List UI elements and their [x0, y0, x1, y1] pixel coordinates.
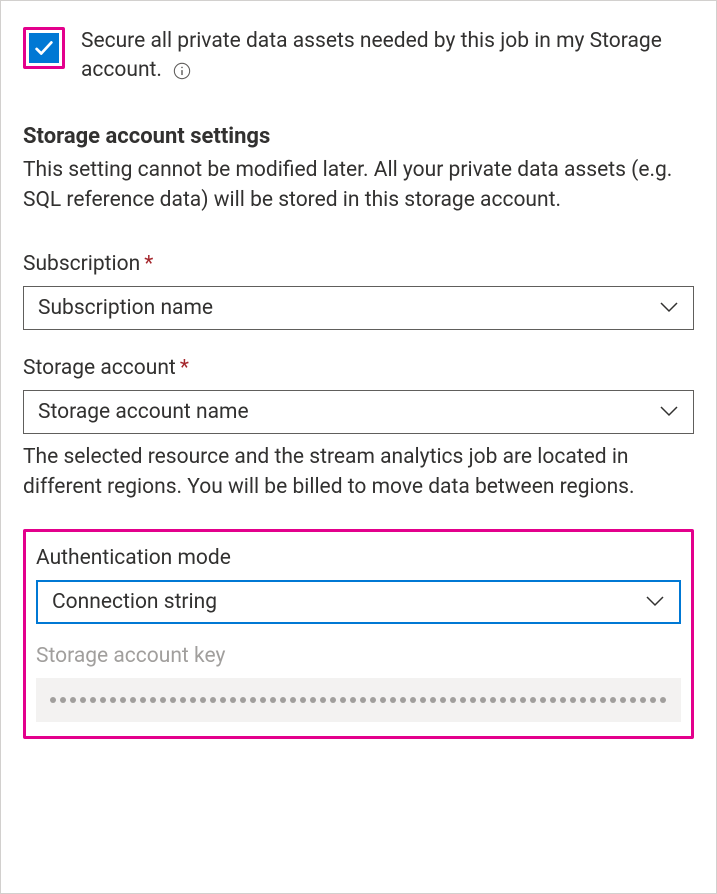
storage-account-field: Storage account* Storage account name Th…: [23, 356, 694, 503]
storage-settings-description: This setting cannot be modified later. A…: [23, 155, 694, 216]
auth-mode-dropdown[interactable]: Connection string: [36, 580, 681, 624]
password-mask: ...: [50, 688, 667, 712]
checkbox-highlight-box: [23, 27, 65, 69]
required-asterisk: *: [144, 252, 153, 276]
secure-data-checkbox[interactable]: [29, 33, 59, 63]
required-asterisk: *: [180, 356, 189, 380]
subscription-label-text: Subscription: [23, 252, 140, 276]
storage-key-input[interactable]: ...: [36, 678, 681, 722]
chevron-down-icon: [659, 296, 679, 320]
form-panel: Secure all private data assets needed by…: [0, 0, 717, 894]
storage-key-label: Storage account key: [36, 644, 681, 668]
subscription-dropdown[interactable]: Subscription name: [23, 286, 694, 330]
subscription-value: Subscription name: [38, 296, 213, 320]
checkmark-icon: [33, 37, 55, 59]
authentication-highlight-box: Authentication mode Connection string St…: [23, 529, 694, 739]
storage-account-label: Storage account*: [23, 356, 694, 380]
chevron-down-icon: [645, 590, 665, 614]
auth-mode-label: Authentication mode: [36, 546, 681, 570]
secure-data-checkbox-row: Secure all private data assets needed by…: [23, 27, 694, 86]
storage-account-dropdown[interactable]: Storage account name: [23, 390, 694, 434]
storage-account-helper: The selected resource and the stream ana…: [23, 442, 694, 503]
subscription-field: Subscription* Subscription name: [23, 252, 694, 330]
storage-account-value: Storage account name: [38, 400, 249, 424]
chevron-down-icon: [659, 400, 679, 424]
checkbox-label-wrap: Secure all private data assets needed by…: [81, 27, 694, 86]
storage-key-field: Storage account key ...: [36, 644, 681, 722]
auth-mode-field: Authentication mode Connection string: [36, 546, 681, 624]
secure-data-checkbox-label: Secure all private data assets needed by…: [81, 29, 662, 82]
auth-mode-value: Connection string: [52, 590, 217, 614]
storage-account-label-text: Storage account: [23, 356, 176, 380]
info-icon[interactable]: [173, 62, 191, 80]
subscription-label: Subscription*: [23, 252, 694, 276]
storage-settings-title: Storage account settings: [23, 124, 694, 149]
